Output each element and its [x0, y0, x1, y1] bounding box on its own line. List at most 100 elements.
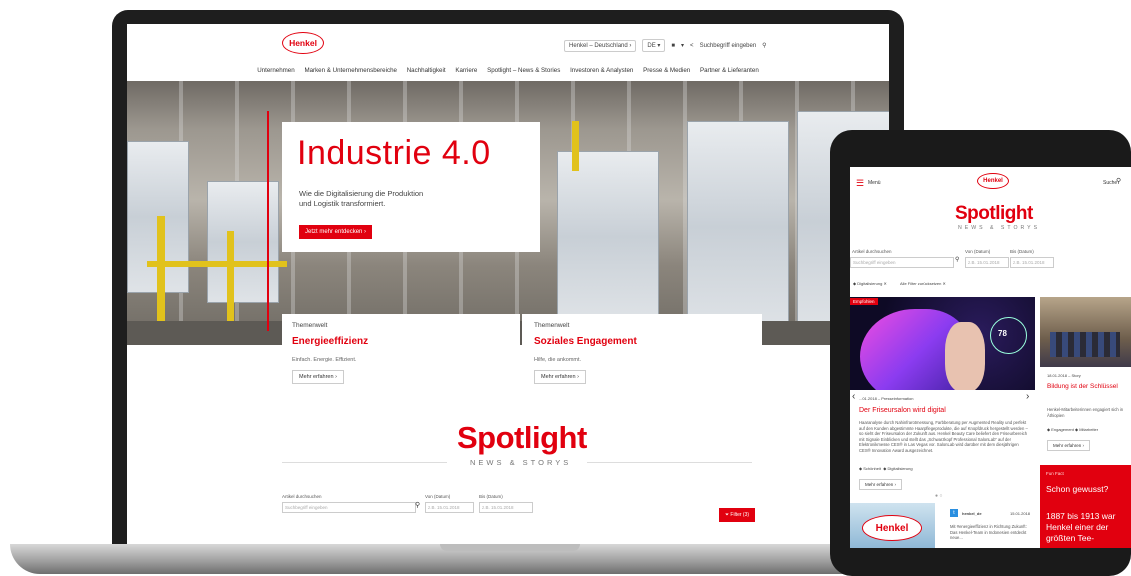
article-search-input[interactable]: Suchbegriff eingeben	[850, 257, 954, 268]
card-kicker: Themenwelt	[292, 322, 328, 329]
divider	[282, 462, 447, 463]
card-more-button[interactable]: Mehr erfahren ›	[292, 370, 344, 384]
feature-kicker: ...01.2018 – Presseinformation	[859, 396, 914, 401]
tag-label[interactable]: Mitarbeiter	[1079, 427, 1098, 432]
henkel-logo[interactable]: Henkel	[282, 32, 324, 54]
side-story-image	[1040, 297, 1131, 367]
side-story-kicker: 18.01.2018 – Story	[1047, 373, 1081, 378]
tag-icon: ◆	[883, 466, 887, 471]
utility-bar: Henkel – Deutschland › DE ▾ ■ ▾ < Suchbe…	[564, 39, 767, 52]
active-filter-label: Digitalisierung	[857, 281, 883, 286]
card-title[interactable]: Energieeffizienz	[292, 336, 368, 347]
reset-filters-link[interactable]: Alle Filter zurücksetzen ✕	[900, 281, 946, 286]
nav-item-karriere[interactable]: Karriere	[455, 67, 477, 74]
to-date-input[interactable]: z.B. 15.01.2018	[1010, 257, 1054, 268]
fun-fact-card: Fun Fact Schon gewusst? 1887 bis 1913 wa…	[1040, 465, 1131, 548]
tweet-body: Mit #energieeffizienz in Richtung Zukunf…	[950, 524, 1027, 540]
card-title[interactable]: Soziales Engagement	[534, 336, 637, 347]
hud-ring	[990, 317, 1027, 354]
feature-body: Haaranalyse durch Nahinfrarotmessung, Fa…	[859, 420, 1028, 453]
red-accent-line	[267, 111, 269, 331]
search-icon[interactable]: ⚲	[955, 256, 959, 263]
card-subtitle: Hilfe, die ankommt.	[534, 357, 582, 363]
active-filter-chip[interactable]: ◆ Digitalisierung ✕	[853, 281, 887, 286]
country-label: Henkel – Deutschland	[569, 42, 628, 49]
chat-icon[interactable]: ■	[671, 43, 675, 49]
country-selector[interactable]: Henkel – Deutschland ›	[564, 39, 637, 52]
filter-icon: ⏷	[725, 512, 730, 518]
filter-label: Von (Datum)	[425, 494, 451, 499]
main-nav: Unternehmen Marken & Unternehmensbereich…	[127, 67, 889, 74]
laptop-screen: Henkel Henkel – Deutschland › DE ▾ ■ ▾ <…	[127, 24, 889, 544]
card-kicker: Themenwelt	[534, 322, 570, 329]
topic-card: Themenwelt Energieeffizienz Einfach. Ene…	[282, 314, 520, 394]
menu-label[interactable]: Menü	[868, 180, 881, 186]
fun-fact-kicker: Fun Fact	[1046, 471, 1064, 476]
share-icon[interactable]: <	[690, 43, 694, 49]
from-date-input[interactable]: z.B. 15.01.2018	[965, 257, 1009, 268]
tag-icon: ◆	[853, 281, 857, 286]
reset-filters-label: Alle Filter zurücksetzen	[900, 281, 942, 286]
hud-value: 78	[998, 329, 1007, 338]
close-icon: ✕	[942, 281, 946, 286]
warehouse-rack	[687, 121, 789, 333]
language-selector[interactable]: DE ▾	[642, 39, 666, 52]
nav-item-unternehmen[interactable]: Unternehmen	[257, 67, 295, 74]
card-button-label: Mehr erfahren	[299, 374, 334, 380]
card-subtitle: Einfach. Energie. Effizient.	[292, 357, 357, 363]
side-story-tags: ◆ Engagement ◆ Mitarbeiter	[1047, 427, 1098, 432]
button-label: Mehr erfahren	[865, 482, 894, 487]
language-label: DE	[647, 43, 656, 49]
tweet-handle[interactable]: henkel_de	[962, 511, 982, 516]
recommended-badge: Empfohlen	[850, 298, 878, 305]
tablet-screen: ☰ Menü Henkel Suche ⚲ Spotlight NEWS & S…	[850, 167, 1131, 548]
spotlight-subtitle: NEWS & STORYS	[958, 225, 1041, 231]
tag-icon: ◆	[859, 466, 863, 471]
to-date-input[interactable]: z.B. 15.01.2018	[479, 502, 533, 513]
prev-arrow-icon[interactable]: ‹	[852, 391, 855, 402]
nav-item-investoren[interactable]: Investoren & Analysten	[570, 67, 633, 74]
tweet-date: 15.01.2018	[1010, 511, 1031, 516]
nav-item-presse[interactable]: Presse & Medien	[643, 67, 690, 74]
feature-image: 78	[850, 297, 1035, 390]
search-icon[interactable]: ⚲	[1116, 177, 1121, 185]
nav-item-nachhaltigkeit[interactable]: Nachhaltigkeit	[407, 67, 446, 74]
feature-title[interactable]: Der Friseursalon wird digital	[859, 407, 946, 414]
hero-title: Industrie 4.0	[297, 134, 491, 172]
search-icon[interactable]: ⚲	[762, 42, 766, 49]
nav-item-partner[interactable]: Partner & Lieferanten	[700, 67, 759, 74]
tag-label[interactable]: Schönheit	[863, 466, 881, 471]
nav-item-spotlight[interactable]: Spotlight – News & Stories	[487, 67, 560, 74]
crane-beam	[147, 261, 287, 267]
spotlight-title: Spotlight	[457, 420, 587, 455]
cart-icon[interactable]: ▾	[681, 42, 684, 49]
crane-pillar	[227, 231, 234, 331]
fun-fact-title: Schon gewusst?	[1046, 484, 1109, 494]
henkel-logo-image: Henkel	[862, 515, 922, 541]
menu-icon[interactable]: ☰	[856, 178, 864, 189]
from-date-input[interactable]: z.B. 15.01.2018	[425, 502, 474, 513]
close-icon[interactable]: ✕	[883, 281, 886, 286]
tag-label[interactable]: Digitalisierung	[887, 466, 912, 471]
tag-label[interactable]: Engagement	[1051, 427, 1074, 432]
crane-pillar	[572, 121, 579, 171]
side-story-more-button[interactable]: Mehr erfahren ›	[1047, 440, 1091, 451]
feature-more-button[interactable]: Mehr erfahren ›	[859, 479, 903, 490]
search-input[interactable]: Suchbegriff eingeben	[700, 43, 757, 49]
card-more-button[interactable]: Mehr erfahren ›	[534, 370, 586, 384]
hero-cta-button[interactable]: Jetzt mehr entdecken ›	[299, 225, 373, 239]
filter-button-label: Filter (3)	[730, 512, 750, 518]
topic-card: Themenwelt Soziales Engagement Hilfe, di…	[522, 314, 762, 394]
article-search-input[interactable]: Suchbegriff eingeben	[282, 502, 416, 513]
nav-item-marken[interactable]: Marken & Unternehmensbereiche	[304, 67, 397, 74]
henkel-logo[interactable]: Henkel	[977, 173, 1009, 189]
carousel-dots[interactable]: ● ○	[935, 493, 942, 499]
next-arrow-icon[interactable]: ›	[1026, 391, 1029, 402]
side-story-body: Henkel-Mitarbeiterinnen engagiert sich i…	[1047, 407, 1124, 418]
side-story-title[interactable]: Bildung ist der Schlüssel	[1047, 383, 1127, 390]
hero-cta-label: Jetzt mehr entdecken	[305, 229, 363, 235]
warehouse-rack	[557, 151, 659, 323]
filter-button[interactable]: ⏷ Filter (3)	[719, 508, 756, 522]
search-icon[interactable]: ⚲	[415, 501, 420, 509]
filter-label: Von (Datum)	[965, 249, 991, 254]
